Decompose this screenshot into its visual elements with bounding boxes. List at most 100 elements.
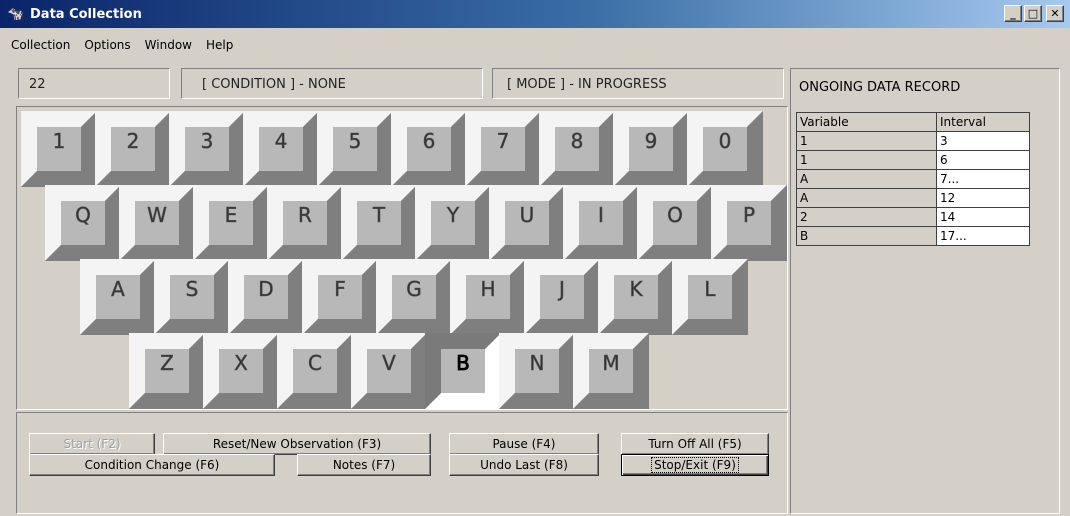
count-panel: 22 xyxy=(18,68,170,99)
key-6[interactable]: 6 xyxy=(391,111,467,187)
key-s[interactable]: S xyxy=(154,259,230,335)
key-label: 1 xyxy=(52,129,66,154)
reset-button-label: Reset/New Observation (F3) xyxy=(212,437,382,451)
variable-cell: A xyxy=(796,169,937,189)
key-label: G xyxy=(406,277,422,302)
key-label: Q xyxy=(75,203,91,228)
menu-window[interactable]: Window xyxy=(138,34,199,56)
undo-last-label: Undo Last (F8) xyxy=(480,458,568,472)
mode-panel: [ MODE ] - IN PROGRESS xyxy=(492,68,784,99)
key-1[interactable]: 1 xyxy=(21,111,97,187)
key-d[interactable]: D xyxy=(228,259,304,335)
variable-cell: A xyxy=(796,188,937,208)
key-label: X xyxy=(234,351,248,376)
key-label: W xyxy=(147,203,167,228)
interval-cell: 14 xyxy=(936,207,1030,227)
variable-cell: B xyxy=(796,226,937,246)
key-0[interactable]: 0 xyxy=(687,111,763,187)
key-label: Y xyxy=(446,203,460,228)
app-icon: 🐄 xyxy=(7,6,25,21)
key-5[interactable]: 5 xyxy=(317,111,393,187)
data-record-panel: ONGOING DATA RECORD Variable Interval 13… xyxy=(790,68,1060,514)
key-t[interactable]: T xyxy=(341,185,417,261)
table-row[interactable]: A 12 xyxy=(796,188,1030,208)
start-button[interactable]: Start (F2) xyxy=(29,433,155,455)
menu-help[interactable]: Help xyxy=(199,34,240,56)
key-x[interactable]: X xyxy=(203,333,279,409)
pause-button[interactable]: Pause (F4) xyxy=(449,433,599,455)
minimize-button[interactable]: _ xyxy=(1004,5,1022,22)
stop-exit-button[interactable]: Stop/Exit (F9) xyxy=(621,454,769,476)
key-l[interactable]: L xyxy=(672,259,748,335)
key-label: P xyxy=(742,203,756,228)
key-r[interactable]: R xyxy=(267,185,343,261)
key-label: R xyxy=(298,203,313,228)
key-label: Z xyxy=(160,351,174,376)
key-y[interactable]: Y xyxy=(415,185,491,261)
key-b[interactable]: B xyxy=(425,333,501,409)
reset-observation-button[interactable]: Reset/New Observation (F3) xyxy=(163,433,431,455)
key-label: 3 xyxy=(200,129,214,154)
key-2[interactable]: 2 xyxy=(95,111,171,187)
key-label: L xyxy=(704,277,716,302)
table-row[interactable]: 2 14 xyxy=(796,207,1030,227)
key-label: K xyxy=(629,277,643,302)
key-m[interactable]: M xyxy=(573,333,649,409)
key-label: D xyxy=(258,277,274,302)
variable-cell: 2 xyxy=(796,207,937,227)
close-button[interactable]: ✕ xyxy=(1046,5,1064,22)
window-title: Data Collection xyxy=(30,6,142,22)
table-row[interactable]: B 17... xyxy=(796,226,1030,246)
key-7[interactable]: 7 xyxy=(465,111,541,187)
maximize-button[interactable]: □ xyxy=(1024,5,1042,22)
key-c[interactable]: C xyxy=(277,333,353,409)
key-e[interactable]: E xyxy=(193,185,269,261)
key-o[interactable]: O xyxy=(637,185,713,261)
variable-cell: 1 xyxy=(796,131,937,151)
interval-cell: 6 xyxy=(936,150,1030,170)
turn-off-all-button[interactable]: Turn Off All (F5) xyxy=(621,433,769,455)
key-f[interactable]: F xyxy=(302,259,378,335)
keyboard-panel: 1 2 3 4 5 6 7 8 9 0 Q W E R T Y U I O P A S D F G H J K L Z X C V B N M xyxy=(16,106,788,410)
key-label: 0 xyxy=(718,129,732,154)
key-label: 6 xyxy=(422,129,436,154)
menu-collection[interactable]: Collection xyxy=(4,34,77,56)
key-label: V xyxy=(382,351,396,376)
key-w[interactable]: W xyxy=(119,185,195,261)
key-z[interactable]: Z xyxy=(129,333,205,409)
key-p[interactable]: P xyxy=(711,185,787,261)
pause-button-label: Pause (F4) xyxy=(492,437,556,451)
control-panel: Start (F2) Reset/New Observation (F3) Pa… xyxy=(16,412,788,514)
key-q[interactable]: Q xyxy=(45,185,121,261)
menu-options[interactable]: Options xyxy=(77,34,137,56)
key-label: 8 xyxy=(570,129,584,154)
key-9[interactable]: 9 xyxy=(613,111,689,187)
interval-cell: 7... xyxy=(936,169,1030,189)
key-k[interactable]: K xyxy=(598,259,674,335)
key-j[interactable]: J xyxy=(524,259,600,335)
condition-change-label: Condition Change (F6) xyxy=(84,458,220,472)
condition-change-button[interactable]: Condition Change (F6) xyxy=(29,454,275,476)
table-row[interactable]: A 7... xyxy=(796,169,1030,189)
table-row[interactable]: 13 xyxy=(796,131,1030,151)
key-h[interactable]: H xyxy=(450,259,526,335)
key-label: I xyxy=(598,203,605,228)
key-4[interactable]: 4 xyxy=(243,111,319,187)
key-label: 2 xyxy=(126,129,140,154)
key-v[interactable]: V xyxy=(351,333,427,409)
notes-button[interactable]: Notes (F7) xyxy=(297,454,431,476)
record-title: ONGOING DATA RECORD xyxy=(799,80,961,95)
key-a[interactable]: A xyxy=(80,259,156,335)
key-8[interactable]: 8 xyxy=(539,111,615,187)
key-n[interactable]: N xyxy=(499,333,575,409)
key-label: 9 xyxy=(644,129,658,154)
key-u[interactable]: U xyxy=(489,185,565,261)
key-label: O xyxy=(667,203,683,228)
key-g[interactable]: G xyxy=(376,259,452,335)
interval-cell: 3 xyxy=(936,131,1030,151)
key-3[interactable]: 3 xyxy=(169,111,245,187)
stop-exit-label: Stop/Exit (F9) xyxy=(651,457,739,473)
key-i[interactable]: I xyxy=(563,185,639,261)
undo-last-button[interactable]: Undo Last (F8) xyxy=(449,454,599,476)
table-row[interactable]: 16 xyxy=(796,150,1030,170)
